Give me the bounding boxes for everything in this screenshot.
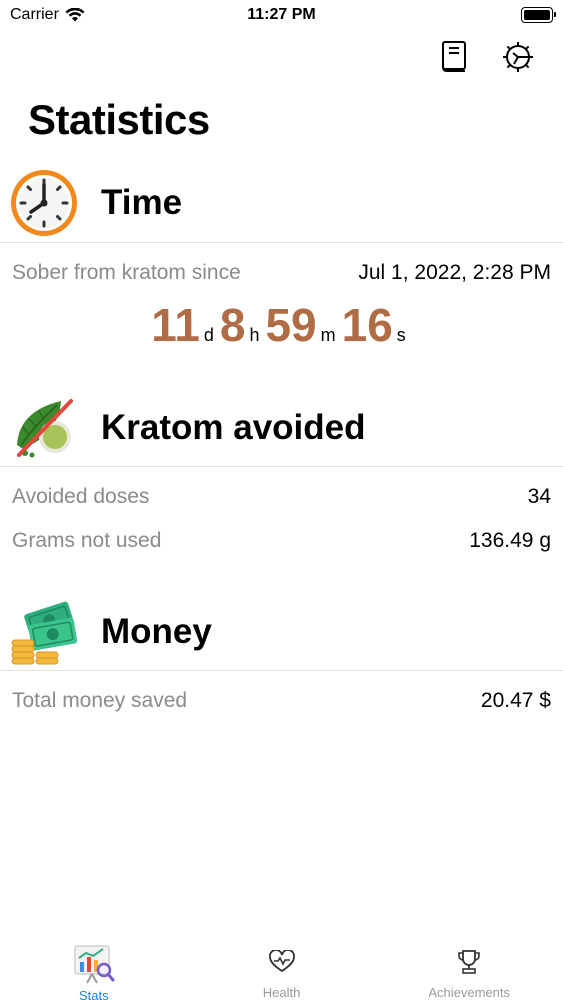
- avoided-doses-value: 34: [527, 485, 551, 508]
- divider: [0, 670, 563, 671]
- tab-health[interactable]: Health: [188, 930, 376, 1000]
- counter-seconds: 16: [341, 299, 393, 351]
- status-time: 11:27 PM: [247, 6, 316, 23]
- sober-since-row: Sober from kratom since Jul 1, 2022, 2:2…: [12, 258, 551, 288]
- status-bar: Carrier 11:27 PM: [0, 0, 563, 30]
- grams-not-used-row: Grams not used 136.49 g: [12, 526, 551, 556]
- avoided-doses-row: Avoided doses 34: [12, 482, 551, 512]
- avoided-doses-label: Avoided doses: [12, 485, 150, 508]
- sober-since-date: Jul 1, 2022, 2:28 PM: [358, 261, 551, 284]
- clock-icon: [8, 167, 80, 239]
- book-button[interactable]: [437, 40, 471, 74]
- time-section-header: Time: [0, 165, 563, 241]
- kratom-leaf-crossed-icon: [8, 392, 80, 464]
- header-actions: [437, 40, 535, 74]
- counter-days-unit: d: [203, 325, 214, 345]
- kratom-section-header: Kratom avoided: [0, 390, 563, 466]
- counter-hours: 8: [219, 299, 246, 351]
- money-saved-label: Total money saved: [12, 689, 188, 712]
- gear-icon: [503, 42, 533, 72]
- tab-stats[interactable]: Stats: [0, 930, 188, 1000]
- money-section-header: Money: [0, 594, 563, 670]
- sober-since-label: Sober from kratom since: [12, 261, 241, 284]
- divider: [0, 466, 563, 467]
- money-icon: [8, 596, 80, 668]
- kratom-section-title: Kratom avoided: [101, 408, 366, 447]
- tab-stats-label: Stats: [79, 988, 109, 1000]
- battery-icon: [521, 7, 556, 23]
- grams-not-used-label: Grams not used: [12, 529, 162, 552]
- settings-button[interactable]: [501, 40, 535, 74]
- grams-not-used-value: 136.49 g: [469, 529, 551, 552]
- money-saved-value: 20.47 $: [480, 689, 551, 712]
- divider: [0, 242, 563, 243]
- money-section-title: Money: [101, 612, 212, 651]
- tab-bar: Stats Health Achievements: [0, 930, 563, 1000]
- tab-achievements-label: Achievements: [428, 985, 510, 1000]
- counter-minutes-unit: m: [320, 325, 336, 345]
- time-section-title: Time: [101, 183, 183, 222]
- tab-achievements[interactable]: Achievements: [375, 930, 563, 1000]
- counter-minutes: 59: [265, 299, 317, 351]
- stats-chart-icon: [71, 940, 117, 986]
- sobriety-counter: 11 d 8 h 59 m 16 s: [0, 298, 563, 352]
- heart-pulse-icon: [259, 940, 305, 983]
- counter-seconds-unit: s: [396, 325, 406, 345]
- book-icon: [442, 41, 466, 72]
- trophy-icon: [446, 940, 492, 983]
- counter-hours-unit: h: [249, 325, 260, 345]
- money-saved-row: Total money saved 20.47 $: [12, 686, 551, 716]
- tab-health-label: Health: [262, 985, 301, 1000]
- page-title: Statistics: [28, 96, 210, 143]
- counter-days: 11: [151, 299, 200, 351]
